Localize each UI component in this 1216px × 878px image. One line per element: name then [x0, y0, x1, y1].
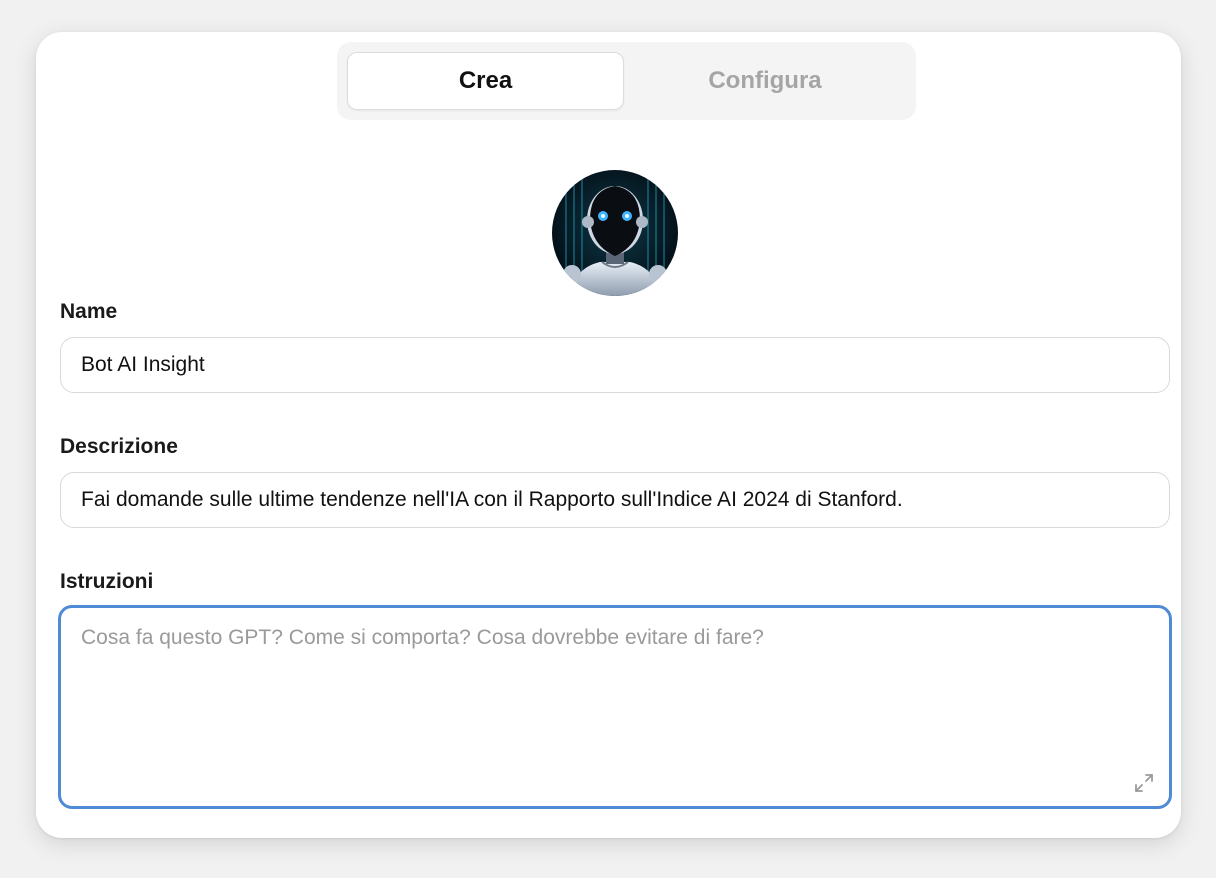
tab-configura[interactable]: Configura [624, 52, 906, 110]
name-input[interactable]: Bot AI Insight [60, 337, 1170, 393]
gpt-editor-panel: Crea Configura Name Bot AI Insight Descr… [36, 32, 1181, 838]
description-label: Descrizione [60, 435, 178, 458]
description-input[interactable]: Fai domande sulle ultime tendenze nell'I… [60, 472, 1170, 528]
instructions-label: Istruzioni [60, 570, 154, 593]
robot-avatar-icon[interactable] [552, 170, 678, 296]
name-label: Name [60, 300, 118, 323]
instructions-placeholder: Cosa fa questo GPT? Come si comporta? Co… [81, 626, 764, 649]
expand-icon[interactable] [1133, 772, 1155, 794]
instructions-textarea[interactable]: Cosa fa questo GPT? Come si comporta? Co… [58, 605, 1172, 809]
mode-tabs: Crea Configura [337, 42, 916, 120]
tab-crea[interactable]: Crea [347, 52, 624, 110]
